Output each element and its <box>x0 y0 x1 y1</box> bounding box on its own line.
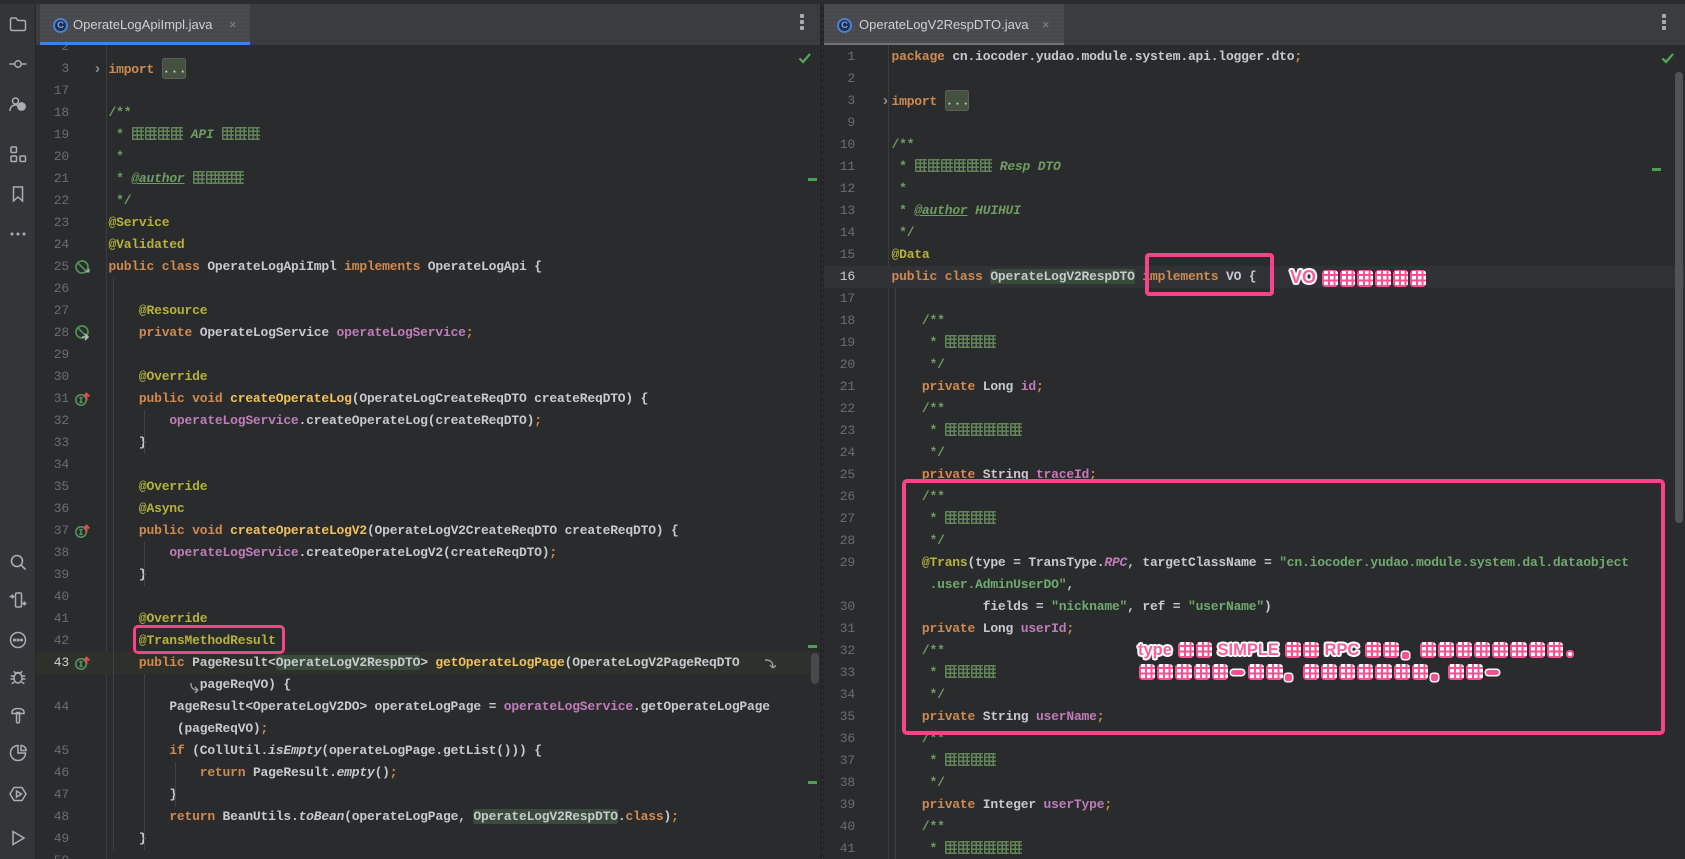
svg-text:?: ? <box>19 102 24 111</box>
